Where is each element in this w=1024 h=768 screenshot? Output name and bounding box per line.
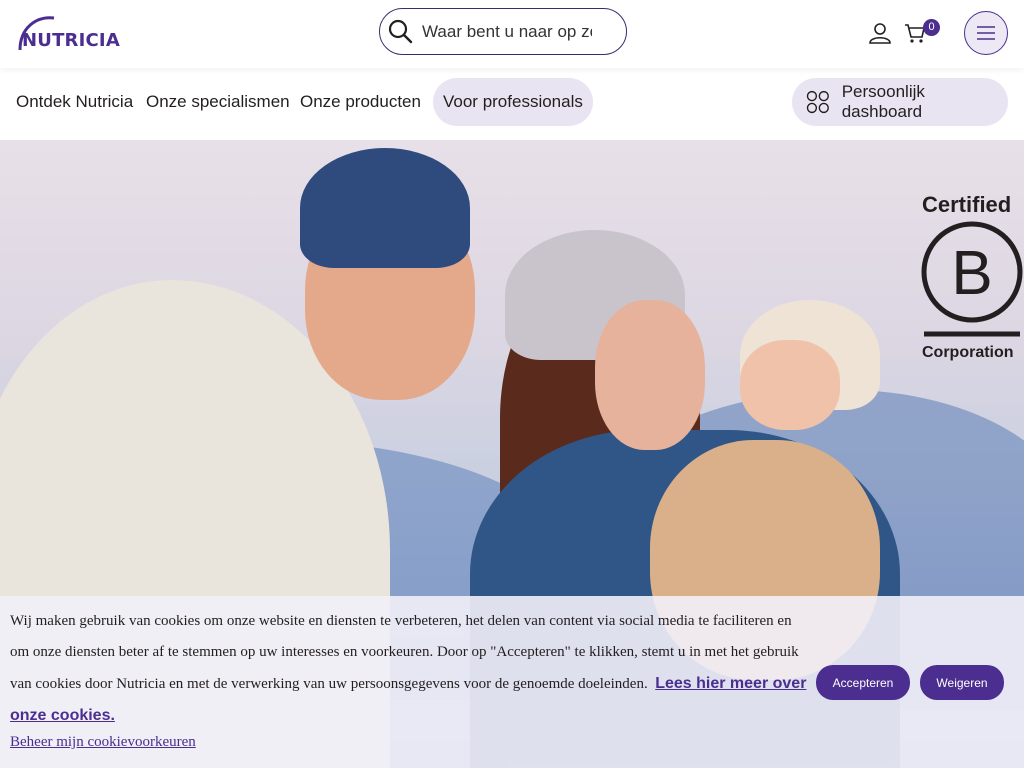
dashboard-grid-icon (806, 90, 829, 114)
menu-button[interactable] (964, 11, 1008, 55)
b-corp-corporation-text: Corporation (922, 344, 1014, 361)
baby-face (740, 340, 840, 430)
woman-face (595, 300, 705, 450)
decline-cookies-button[interactable]: Weigeren (920, 665, 1004, 700)
nav-item-onze-producten[interactable]: Onze producten (300, 78, 421, 126)
top-header: NUTRICIA 0 (0, 0, 1024, 68)
logo-text: NUTRICIA (22, 30, 120, 51)
search-box[interactable] (379, 8, 627, 55)
b-corp-badge: Certified B Corporation (920, 192, 1024, 367)
b-corp-certified-text: Certified (922, 192, 1012, 217)
personal-dashboard-button[interactable]: Persoonlijk dashboard (792, 78, 1008, 126)
search-icon[interactable] (388, 19, 414, 45)
hamburger-menu-icon (977, 26, 995, 40)
nav-item-onze-specialismen[interactable]: Onze specialismen (146, 78, 290, 126)
user-icon[interactable] (868, 21, 892, 50)
manage-cookie-preferences-link[interactable]: Beheer mijn cookievoorkeuren (10, 734, 196, 751)
cookie-text: Wij maken gebruik van cookies om onze we… (10, 606, 810, 732)
b-corp-logo-icon: B (921, 221, 1023, 337)
nav-item-ontdek-nutricia[interactable]: Ontdek Nutricia (16, 78, 133, 126)
svg-text:B: B (951, 239, 992, 308)
man-hat (300, 148, 470, 268)
dashboard-label: Persoonlijk dashboard (841, 82, 925, 121)
nav-item-voor-professionals[interactable]: Voor professionals (433, 78, 593, 126)
accept-cookies-button[interactable]: Accepteren (816, 665, 910, 700)
cart-count-badge: 0 (923, 19, 940, 36)
cookie-banner: Wij maken gebruik van cookies om onze we… (0, 596, 1024, 768)
search-input[interactable] (420, 20, 594, 43)
